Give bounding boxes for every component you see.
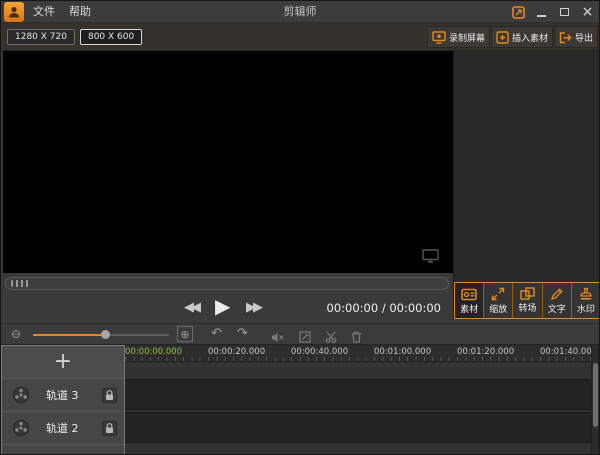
timeline-lanes [125,362,593,455]
skin-button[interactable] [511,4,526,20]
scale-icon [491,287,505,301]
forward-button[interactable]: ▶▶ [246,300,263,315]
resolution-group: 1280 X 720 800 X 600 [7,29,142,45]
material-icon [461,287,477,301]
tab-scale-label: 缩放 [489,302,507,315]
lock-icon [105,423,114,434]
record-screen-label: 录制屏幕 [449,31,485,44]
rewind-button[interactable]: ◀◀ [184,300,201,315]
close-button[interactable]: × [580,4,595,20]
skin-icon [512,6,525,19]
zoom-out-button[interactable]: ⊖ [11,327,21,341]
track-row-2[interactable]: 轨道 2 [2,412,124,445]
text-icon [550,287,564,301]
track-row-3[interactable]: 轨道 3 [2,379,124,412]
seek-bar[interactable] [5,277,449,290]
tab-material-label: 素材 [460,302,478,315]
app-logo [4,2,24,22]
trash-icon [351,331,362,343]
scrollbar-thumb[interactable] [593,363,598,427]
tab-watermark[interactable]: 水印 [572,283,600,318]
tab-scale[interactable]: 缩放 [484,283,513,318]
video-preview [3,51,453,273]
film-reel-icon [12,386,30,404]
minimize-button[interactable] [534,4,549,20]
tab-text[interactable]: 文字 [543,283,572,318]
fit-screen-icon [422,249,439,263]
edit-toolbar: ⊖ ⊕ ↶ ↷ [1,323,599,345]
record-screen-icon [432,31,446,44]
insert-media-icon [496,31,509,44]
menu-file[interactable]: 文件 [27,1,61,23]
lock-track-button[interactable] [102,421,117,436]
plus-icon: + [54,352,72,372]
menu-help[interactable]: 帮助 [63,1,97,23]
lock-icon [105,390,114,401]
resolution-1280x720-button[interactable]: 1280 X 720 [7,29,75,45]
app-window: 文件 帮助 剪辑师 × 1280 X 720 800 X 600 录制屏幕 插入… [0,0,600,455]
close-icon: × [582,5,594,20]
fit-screen-button[interactable] [422,248,439,267]
tab-text-label: 文字 [548,302,566,315]
redo-button[interactable]: ↷ [237,326,248,341]
zoom-slider-handle[interactable] [101,330,110,339]
undo-button[interactable]: ↶ [211,326,222,341]
play-button[interactable]: ▶ [215,294,230,318]
track-label: 轨道 2 [46,420,79,436]
zoom-slider-fill [33,334,104,336]
panel-tabstrip: 素材 缩放 转场 文字 水印 [454,282,600,319]
media-panel: 素材 缩放 转场 文字 水印 [453,51,600,319]
timeline-lane-track3[interactable] [125,379,593,410]
minimize-icon [537,15,546,17]
track-label: 轨道 3 [46,387,79,403]
titlebar: 文件 帮助 剪辑师 × [1,1,599,23]
insert-media-button[interactable]: 插入素材 [491,26,553,48]
track-header-panel: + 轨道 3 轨道 2 [1,345,125,455]
add-track-button[interactable]: + [2,346,124,379]
ruler-ticks [125,357,593,361]
speaker-muted-icon [271,332,285,343]
export-icon [559,31,572,44]
lock-track-button[interactable] [102,388,117,403]
scissors-icon [325,331,337,343]
tab-transition-label: 转场 [519,301,537,314]
film-reel-icon [12,419,30,437]
person-icon [7,5,21,19]
time-display: 00:00:00 / 00:00:00 [327,301,441,315]
tab-watermark-label: 水印 [577,302,595,315]
toolbar: 1280 X 720 800 X 600 录制屏幕 插入素材 导出 [1,23,599,51]
export-label: 导出 [575,31,593,44]
window-controls: × [511,1,595,23]
insert-media-label: 插入素材 [512,31,548,44]
timeline-lane-track2[interactable] [125,412,593,443]
resolution-800x600-button[interactable]: 800 X 600 [80,29,142,45]
zoom-in-button[interactable]: ⊕ [177,326,193,342]
tab-transition[interactable]: 转场 [513,283,542,318]
edit-clip-icon [299,331,311,343]
action-buttons: 录制屏幕 插入素材 导出 [427,26,598,48]
tab-material[interactable]: 素材 [455,283,484,318]
transport-bar: ◀◀ ▶ ▶▶ 00:00:00 / 00:00:00 [1,293,453,323]
watermark-icon [579,287,593,301]
maximize-button[interactable] [557,4,572,20]
export-button[interactable]: 导出 [554,26,598,48]
seek-handle[interactable] [11,280,29,287]
vertical-scrollbar[interactable] [591,345,599,455]
timeline-ruler[interactable]: 00:00:00.000 00:00:20.000 00:00:40.000 0… [125,345,593,362]
transition-icon [520,287,535,300]
zoom-slider[interactable] [33,334,169,336]
record-screen-button[interactable]: 录制屏幕 [427,26,490,48]
maximize-icon [560,8,569,16]
